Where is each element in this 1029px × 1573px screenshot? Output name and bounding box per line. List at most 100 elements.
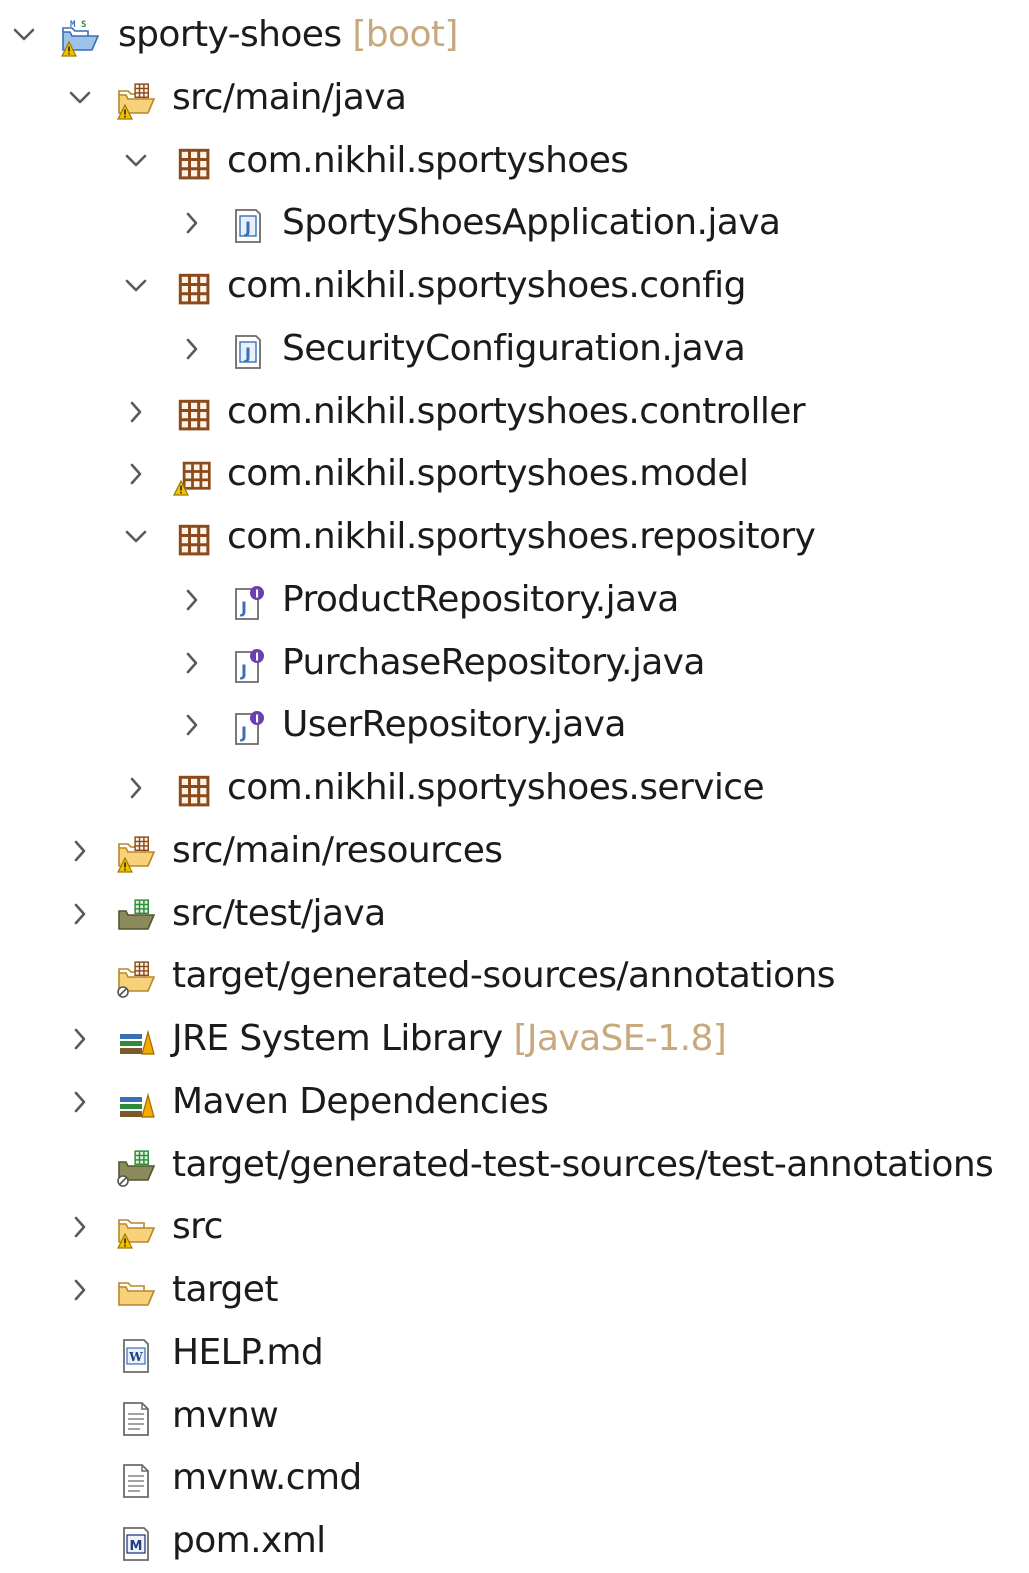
- chevron-right-icon[interactable]: [178, 584, 206, 616]
- tree-item-label: UserRepository.java: [282, 702, 626, 748]
- package-icon: [170, 771, 218, 811]
- svg-text:J: J: [240, 661, 247, 680]
- text-file-icon: [114, 1461, 162, 1501]
- chevron-right-icon[interactable]: [178, 207, 206, 239]
- tree-item-decoration: [boot]: [352, 14, 458, 55]
- tree-item[interactable]: src: [0, 1196, 1029, 1259]
- chevron-right-icon[interactable]: [66, 1274, 94, 1306]
- folder-icon: [114, 1273, 162, 1313]
- tree-item-label: src/main/resources: [172, 828, 503, 874]
- tree-item-name: HELP.md: [172, 1331, 324, 1373]
- tree-item[interactable]: mvnw: [0, 1385, 1029, 1448]
- package-icon: [170, 520, 218, 560]
- tree-item[interactable]: com.nikhil.sportyshoes.config: [0, 255, 1029, 318]
- chevron-right-icon[interactable]: [122, 396, 150, 428]
- chevron-right-icon[interactable]: [178, 647, 206, 679]
- java-interface-file-icon: J I: [226, 708, 274, 748]
- chevron-right-icon[interactable]: [178, 709, 206, 741]
- tree-item[interactable]: JRE System Library [JavaSE-1.8]: [0, 1008, 1029, 1071]
- markdown-file-icon: W: [114, 1336, 162, 1376]
- chevron-right-icon[interactable]: [66, 1211, 94, 1243]
- chevron-right-icon[interactable]: [66, 835, 94, 867]
- tree-item-label: SportyShoesApplication.java: [282, 200, 781, 246]
- tree-item[interactable]: com.nikhil.sportyshoes: [0, 130, 1029, 193]
- chevron-right-icon[interactable]: [66, 1086, 94, 1118]
- chevron-down-icon[interactable]: [66, 82, 94, 114]
- svg-text:I: I: [255, 650, 259, 663]
- svg-text:J: J: [240, 598, 247, 617]
- tree-item-name: ProductRepository.java: [282, 578, 679, 620]
- tree-item-name: src/main/java: [172, 76, 407, 118]
- tree-item[interactable]: target/generated-test-sources/test-annot…: [0, 1134, 1029, 1197]
- tree-item[interactable]: com.nikhil.sportyshoes.service: [0, 757, 1029, 820]
- tree-item-label: mvnw.cmd: [172, 1455, 362, 1501]
- tree-item-name: mvnw: [172, 1394, 279, 1436]
- tree-item[interactable]: J SportyShoesApplication.java: [0, 192, 1029, 255]
- java-file-icon: J: [226, 206, 274, 246]
- source-folder-warning-icon: [114, 834, 162, 874]
- tree-item[interactable]: target: [0, 1259, 1029, 1322]
- source-folder-warning-icon: [114, 81, 162, 121]
- library-icon: [114, 1085, 162, 1125]
- tree-item[interactable]: M S sporty-shoes [boot]: [0, 4, 1029, 67]
- tree-item[interactable]: src/main/java: [0, 67, 1029, 130]
- tree-item-label: com.nikhil.sportyshoes.model: [227, 451, 749, 497]
- tree-item[interactable]: J I PurchaseRepository.java: [0, 632, 1029, 695]
- tree-item[interactable]: mvnw.cmd: [0, 1447, 1029, 1510]
- tree-item[interactable]: com.nikhil.sportyshoes.model: [0, 443, 1029, 506]
- chevron-right-icon[interactable]: [66, 898, 94, 930]
- chevron-down-icon[interactable]: [122, 521, 150, 553]
- tree-item-name: JRE System Library: [172, 1018, 503, 1059]
- chevron-down-icon[interactable]: [122, 270, 150, 302]
- tree-item[interactable]: J I ProductRepository.java: [0, 569, 1029, 632]
- tree-item-name: com.nikhil.sportyshoes.repository: [227, 516, 816, 557]
- tree-item-name: com.nikhil.sportyshoes.model: [227, 453, 749, 495]
- tree-item[interactable]: J I UserRepository.java: [0, 694, 1029, 757]
- tree-item-name: target/generated-sources/annotations: [172, 955, 836, 997]
- chevron-right-icon[interactable]: [122, 458, 150, 490]
- tree-item-name: UserRepository.java: [282, 704, 626, 746]
- tree-item-name: com.nikhil.sportyshoes.service: [227, 767, 765, 808]
- tree-item-label: pom.xml: [172, 1518, 326, 1564]
- tree-item[interactable]: src/test/java: [0, 883, 1029, 946]
- svg-text:J: J: [244, 218, 251, 237]
- chevron-down-icon[interactable]: [122, 145, 150, 177]
- svg-text:M: M: [130, 1539, 143, 1554]
- tree-item-label: com.nikhil.sportyshoes.controller: [227, 389, 806, 435]
- test-source-folder-icon: [114, 897, 162, 937]
- tree-item[interactable]: M pom.xml: [0, 1510, 1029, 1573]
- tree-item-label: target/generated-sources/annotations: [172, 953, 836, 999]
- tree-item-name: SecurityConfiguration.java: [282, 327, 746, 369]
- tree-item[interactable]: com.nikhil.sportyshoes.repository: [0, 506, 1029, 569]
- tree-item[interactable]: Maven Dependencies: [0, 1071, 1029, 1134]
- tree-item[interactable]: src/main/resources: [0, 820, 1029, 883]
- chevron-right-icon[interactable]: [66, 1023, 94, 1055]
- maven-pom-file-icon: M: [114, 1524, 162, 1564]
- package-warning-icon: [170, 457, 218, 497]
- tree-item[interactable]: target/generated-sources/annotations: [0, 945, 1029, 1008]
- svg-text:I: I: [255, 587, 259, 600]
- tree-item-name: target/generated-test-sources/test-annot…: [172, 1143, 994, 1185]
- tree-item-name: PurchaseRepository.java: [282, 641, 705, 683]
- chevron-down-icon[interactable]: [10, 19, 38, 51]
- tree-item-label: ProductRepository.java: [282, 577, 679, 623]
- tree-item-label: HELP.md: [172, 1330, 324, 1376]
- svg-text:J: J: [240, 723, 247, 742]
- tree-item[interactable]: com.nikhil.sportyshoes.controller: [0, 381, 1029, 444]
- tree-item-label: com.nikhil.sportyshoes.service: [227, 765, 765, 811]
- chevron-right-icon[interactable]: [122, 772, 150, 804]
- chevron-right-icon[interactable]: [178, 333, 206, 365]
- svg-text:I: I: [255, 713, 259, 726]
- tree-item-label: Maven Dependencies: [172, 1079, 549, 1125]
- tree-item-label: target: [172, 1267, 278, 1313]
- java-file-icon: J: [226, 332, 274, 372]
- tree-item-name: sporty-shoes: [118, 14, 342, 55]
- tree-item-name: SportyShoesApplication.java: [282, 202, 781, 244]
- tree-item-name: com.nikhil.sportyshoes.config: [227, 265, 746, 306]
- text-file-icon: [114, 1399, 162, 1439]
- tree-item-label: com.nikhil.sportyshoes: [227, 138, 629, 184]
- package-icon: [170, 144, 218, 184]
- tree-item[interactable]: J SecurityConfiguration.java: [0, 318, 1029, 381]
- tree-item-decoration: [JavaSE-1.8]: [513, 1018, 727, 1059]
- tree-item[interactable]: W HELP.md: [0, 1322, 1029, 1385]
